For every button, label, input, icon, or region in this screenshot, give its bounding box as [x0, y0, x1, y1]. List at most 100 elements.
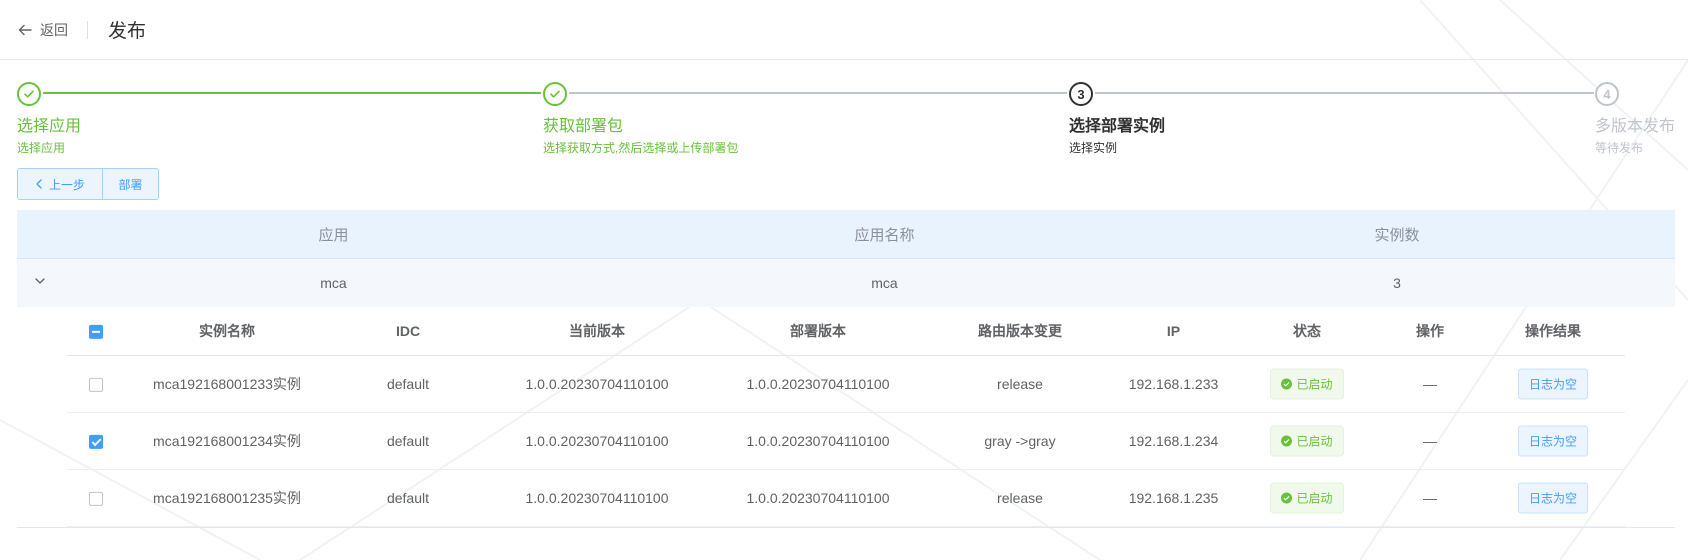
instance-table: 实例名称 IDC 当前版本 部署版本 路由版本变更 IP 状态 操作 操作结果 … — [67, 307, 1625, 527]
header-app: 应用 — [318, 226, 349, 244]
row-checkbox[interactable] — [88, 492, 103, 507]
header-route-change: 路由版本变更 — [978, 323, 1062, 339]
step-3-desc: 选择实例 — [1069, 141, 1118, 155]
cell-instance-name: mca192168001233实例 — [153, 376, 301, 392]
status-text: 已启动 — [1296, 491, 1333, 506]
cell-ip: 192.168.1.235 — [1128, 490, 1219, 506]
check-circle-icon — [1281, 435, 1293, 447]
step-2-desc: 选择获取方式,然后选择或上传部署包 — [543, 141, 739, 155]
header-idc: IDC — [395, 323, 421, 339]
step-4-circle: 4 — [1595, 82, 1619, 106]
action-button-group: 上一步 部署 — [17, 168, 159, 200]
status-badge: 已启动 — [1270, 368, 1344, 400]
cell-current-version: 1.0.0.20230704110100 — [525, 376, 669, 392]
status-text: 已启动 — [1296, 377, 1333, 392]
step-line-1 — [43, 92, 541, 94]
deploy-button[interactable]: 部署 — [103, 169, 158, 199]
step-1-title: 选择应用 — [17, 118, 82, 135]
row-checkbox[interactable] — [88, 378, 103, 393]
app-table-row: mca mca 3 — [17, 259, 1675, 307]
header-instance-name: 实例名称 — [199, 323, 255, 339]
row-select-cell — [67, 490, 124, 507]
step-4-title: 多版本发布 — [1595, 118, 1676, 135]
header-result: 操作结果 — [1525, 323, 1581, 339]
cell-status: 已启动 — [1235, 482, 1379, 514]
header-app-name: 应用名称 — [854, 226, 915, 244]
select-all-cell — [67, 323, 124, 340]
header-current-version: 当前版本 — [569, 323, 625, 339]
page-title: 发布 — [108, 21, 147, 42]
log-button[interactable]: 日志为空 — [1518, 482, 1588, 514]
step-1-desc: 选择应用 — [17, 141, 66, 155]
page: 返回 发布 选择应用 选择应用 获取部署包 选择获取方式,然后选择或上传部署包 … — [0, 0, 1688, 560]
cell-route-change: release — [997, 490, 1043, 506]
step-3-title: 选择部署实例 — [1069, 118, 1166, 135]
row-checkbox[interactable] — [88, 435, 103, 450]
back-button[interactable]: 返回 — [18, 20, 68, 40]
check-icon — [24, 90, 34, 98]
step-line-2 — [569, 92, 1067, 94]
check-circle-icon — [1281, 378, 1293, 390]
cell-ip: 192.168.1.233 — [1128, 376, 1219, 392]
status-badge: 已启动 — [1270, 482, 1344, 514]
cell-result: 日志为空 — [1481, 368, 1625, 400]
status-badge: 已启动 — [1270, 425, 1344, 457]
cell-current-version: 1.0.0.20230704110100 — [525, 490, 669, 506]
table-bottom-border — [17, 527, 1675, 528]
step-3-number: 3 — [1077, 86, 1085, 102]
cell-operation: — — [1379, 490, 1481, 506]
cell-app: mca — [320, 275, 347, 291]
select-all-checkbox[interactable] — [88, 325, 103, 340]
cell-idc: default — [386, 433, 430, 449]
operation-placeholder: — — [1423, 376, 1437, 392]
cell-operation: — — [1379, 433, 1481, 449]
cell-operation: — — [1379, 376, 1481, 392]
table-row: mca192168001234实例 default 1.0.0.20230704… — [67, 413, 1625, 470]
cell-status: 已启动 — [1235, 425, 1379, 457]
table-row: mca192168001235实例 default 1.0.0.20230704… — [67, 470, 1625, 527]
step-1-circle — [17, 82, 41, 106]
header-deploy-version: 部署版本 — [790, 323, 846, 339]
cell-route-change: release — [997, 376, 1043, 392]
status-text: 已启动 — [1296, 434, 1333, 449]
step-4-number: 4 — [1603, 86, 1611, 102]
instance-table-header: 实例名称 IDC 当前版本 部署版本 路由版本变更 IP 状态 操作 操作结果 — [67, 307, 1625, 356]
back-label: 返回 — [40, 21, 68, 38]
header-status: 状态 — [1293, 323, 1321, 339]
row-select-cell — [67, 376, 124, 393]
log-button[interactable]: 日志为空 — [1518, 425, 1588, 457]
cell-instance-name: mca192168001234实例 — [153, 433, 301, 449]
cell-idc: default — [386, 490, 430, 506]
cell-deploy-version: 1.0.0.20230704110100 — [746, 433, 890, 449]
cell-app-name: mca — [871, 275, 898, 291]
page-header: 返回 发布 — [0, 0, 1688, 60]
steps: 选择应用 选择应用 获取部署包 选择获取方式,然后选择或上传部署包 3 选择部署… — [0, 80, 1688, 160]
step-2-circle — [543, 82, 567, 106]
step-line-3 — [1095, 92, 1594, 94]
cell-current-version: 1.0.0.20230704110100 — [525, 433, 669, 449]
header-instance-count: 实例数 — [1374, 226, 1420, 244]
header-ip: IP — [1166, 323, 1181, 339]
log-button[interactable]: 日志为空 — [1518, 368, 1588, 400]
cell-idc: default — [386, 376, 430, 392]
cell-route-change: gray ->gray — [984, 433, 1056, 449]
header-operation: 操作 — [1416, 323, 1444, 339]
arrow-left-icon — [18, 24, 32, 35]
table-row: mca192168001233实例 default 1.0.0.20230704… — [67, 356, 1625, 413]
step-4-desc: 等待发布 — [1595, 141, 1644, 155]
app-table-header: 应用 应用名称 实例数 — [17, 210, 1675, 259]
prev-step-button[interactable]: 上一步 — [18, 169, 103, 199]
cell-status: 已启动 — [1235, 368, 1379, 400]
check-circle-icon — [1281, 492, 1293, 504]
operation-placeholder: — — [1423, 490, 1437, 506]
cell-deploy-version: 1.0.0.20230704110100 — [746, 490, 890, 506]
step-3-circle: 3 — [1069, 82, 1093, 106]
cell-ip: 192.168.1.234 — [1128, 433, 1219, 449]
row-select-cell — [67, 433, 124, 450]
app-table: 应用 应用名称 实例数 mca mca 3 — [17, 210, 1675, 307]
cell-result: 日志为空 — [1481, 482, 1625, 514]
operation-placeholder: — — [1423, 433, 1437, 449]
cell-deploy-version: 1.0.0.20230704110100 — [746, 376, 890, 392]
check-icon — [550, 90, 560, 98]
prev-step-label: 上一步 — [49, 177, 86, 192]
